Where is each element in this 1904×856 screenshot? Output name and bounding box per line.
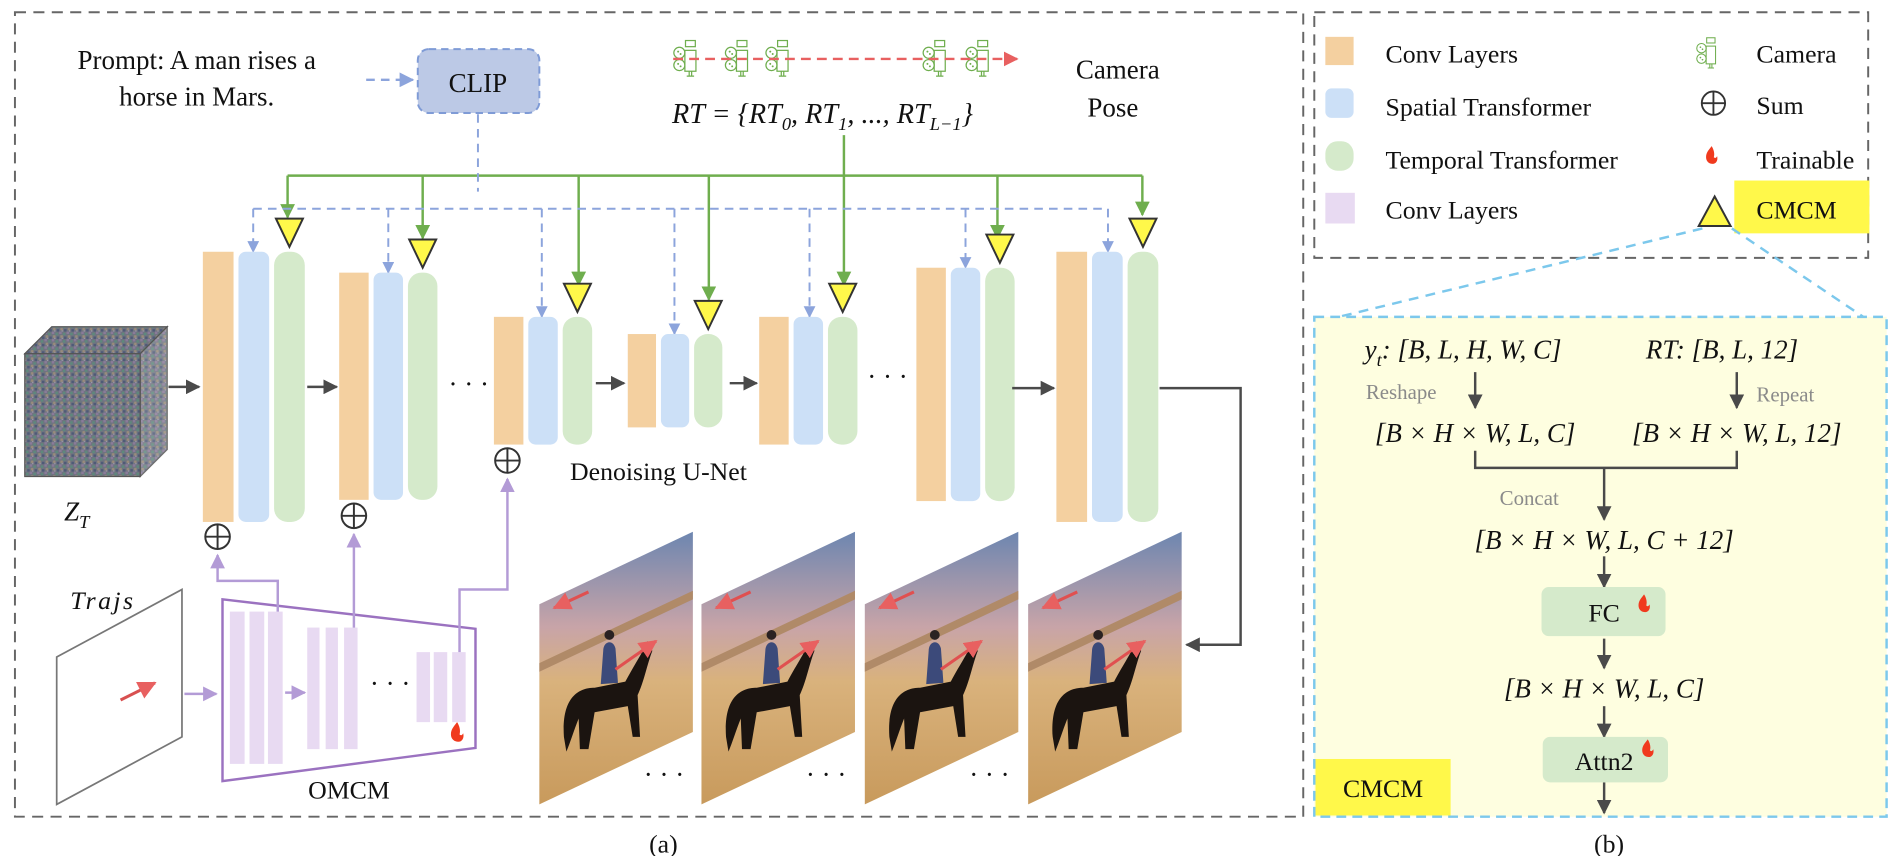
cmcm-triangle-icon	[562, 282, 593, 315]
legend-label: Conv Layers	[1386, 40, 1518, 69]
sum-icon	[494, 447, 521, 474]
ellipsis: · · ·	[370, 669, 410, 699]
zoom-connector-lines	[1338, 227, 1864, 319]
cmcm-triangle-icon	[1127, 217, 1159, 250]
panel-b-caption: (b)	[1594, 829, 1624, 856]
omcm-encoder	[221, 597, 477, 783]
sum-icon	[204, 523, 231, 550]
spatial-transformer	[373, 272, 404, 500]
camera-icon	[1696, 37, 1717, 69]
unet-stage	[916, 233, 1015, 502]
prompt-line-1: Prompt: A man rises a	[77, 45, 316, 75]
noisy-latent-cube	[23, 325, 169, 478]
legend-label: Conv Layers	[1386, 196, 1518, 225]
attn2-label: Attn2	[1575, 747, 1634, 776]
temporal-transformer	[407, 272, 438, 500]
spatial-transformer	[1092, 251, 1123, 522]
omcm-label: OMCM	[308, 775, 390, 804]
temporal-transformer	[985, 267, 1015, 502]
conv-layer	[759, 316, 789, 445]
legend-swatch-temporal	[1325, 141, 1354, 171]
conv-layer	[339, 272, 369, 500]
sum-icon	[340, 502, 368, 530]
conv-layer	[1056, 251, 1088, 522]
fc-label: FC	[1588, 598, 1620, 627]
fire-icon	[1706, 146, 1718, 164]
legend-label: Camera	[1756, 40, 1837, 69]
unet-stage	[759, 282, 858, 445]
triangle-icon	[1697, 194, 1733, 227]
legend-label: Trainable	[1756, 145, 1854, 174]
unet-label: Denoising U-Net	[570, 457, 748, 486]
trajectory-plane	[55, 588, 183, 806]
spatial-transformer	[238, 251, 270, 522]
reshape-label: Reshape	[1366, 380, 1437, 404]
legend-swatch-spatial	[1325, 88, 1354, 118]
cmcm-tag-label: CMCM	[1343, 774, 1423, 803]
conv-layer	[916, 267, 946, 502]
unet-stage	[202, 217, 305, 522]
repeated-shape: [B × H × W, L, 12]	[1632, 418, 1841, 448]
temporal-transformer	[1127, 251, 1159, 522]
legend-label: Spatial Transformer	[1386, 92, 1592, 121]
spatial-transformer	[660, 334, 690, 428]
conv-layer	[627, 334, 657, 428]
video-frame	[1028, 531, 1182, 805]
camera-pose-line-2: Pose	[1087, 93, 1138, 123]
cmcm-triangle-icon	[407, 238, 438, 271]
unet-stage	[493, 282, 593, 445]
output-frames: · · · · · · · · ·	[539, 531, 1182, 805]
unet-stage	[1056, 217, 1159, 522]
legend-swatch-omcm-conv	[1325, 192, 1355, 224]
legend: Conv Layers Spatial Transformer Temporal…	[1325, 36, 1870, 234]
ellipsis: · · ·	[448, 369, 488, 399]
clip-label: CLIP	[449, 68, 508, 98]
camera-trajectory	[673, 39, 1019, 77]
spatial-transformer	[528, 316, 558, 445]
temporal-transformer	[827, 316, 858, 445]
temporal-transformer	[562, 316, 593, 445]
rt-formula: RT = {RT0, RT1, ..., RTL−1}	[671, 99, 974, 134]
ellipsis: · · ·	[806, 760, 846, 790]
concat-label: Concat	[1500, 486, 1559, 510]
spatial-transformer	[793, 316, 824, 445]
sum-icon	[1700, 90, 1727, 116]
cmcm-triangle-icon	[827, 282, 858, 315]
prompt-line-2: horse in Mars.	[119, 82, 274, 112]
legend-label: Temporal Transformer	[1386, 145, 1619, 174]
cmcm-triangle-icon	[274, 217, 305, 250]
latent-label: ZT	[64, 497, 91, 532]
temporal-transformer	[274, 251, 305, 522]
ellipsis: · · ·	[867, 362, 907, 392]
temporal-transformer	[694, 334, 723, 428]
clip-encoder: CLIP	[416, 48, 541, 114]
reshaped-shape: [B × H × W, L, C]	[1375, 418, 1575, 448]
legend-label: CMCM	[1756, 196, 1836, 225]
panel-a-caption: (a)	[649, 829, 678, 856]
repeat-label: Repeat	[1756, 383, 1814, 407]
legend-swatch-conv	[1325, 36, 1354, 66]
spatial-transformer	[950, 267, 981, 502]
figure-root: Prompt: A man rises a horse in Mars. CLI…	[0, 0, 1904, 856]
ellipsis: · · ·	[644, 760, 684, 790]
rt-shape: RT: [B, L, 12]	[1645, 335, 1798, 365]
camera-pose-line-1: Camera	[1076, 55, 1160, 85]
conv-layer	[202, 251, 234, 522]
fc-output-shape: [B × H × W, L, C]	[1504, 674, 1704, 704]
ellipsis: · · ·	[969, 760, 1009, 790]
concatenated-shape: [B × H × W, L, C + 12]	[1475, 525, 1734, 555]
cmcm-triangle-icon	[693, 299, 724, 332]
cmcm-triangle-icon	[984, 233, 1015, 266]
conv-layer	[493, 316, 524, 445]
architecture-diagram: Prompt: A man rises a horse in Mars. CLI…	[13, 11, 1888, 856]
legend-label: Sum	[1756, 91, 1803, 120]
unet-stage	[339, 238, 438, 500]
trajs-label: Trajs	[70, 586, 135, 615]
